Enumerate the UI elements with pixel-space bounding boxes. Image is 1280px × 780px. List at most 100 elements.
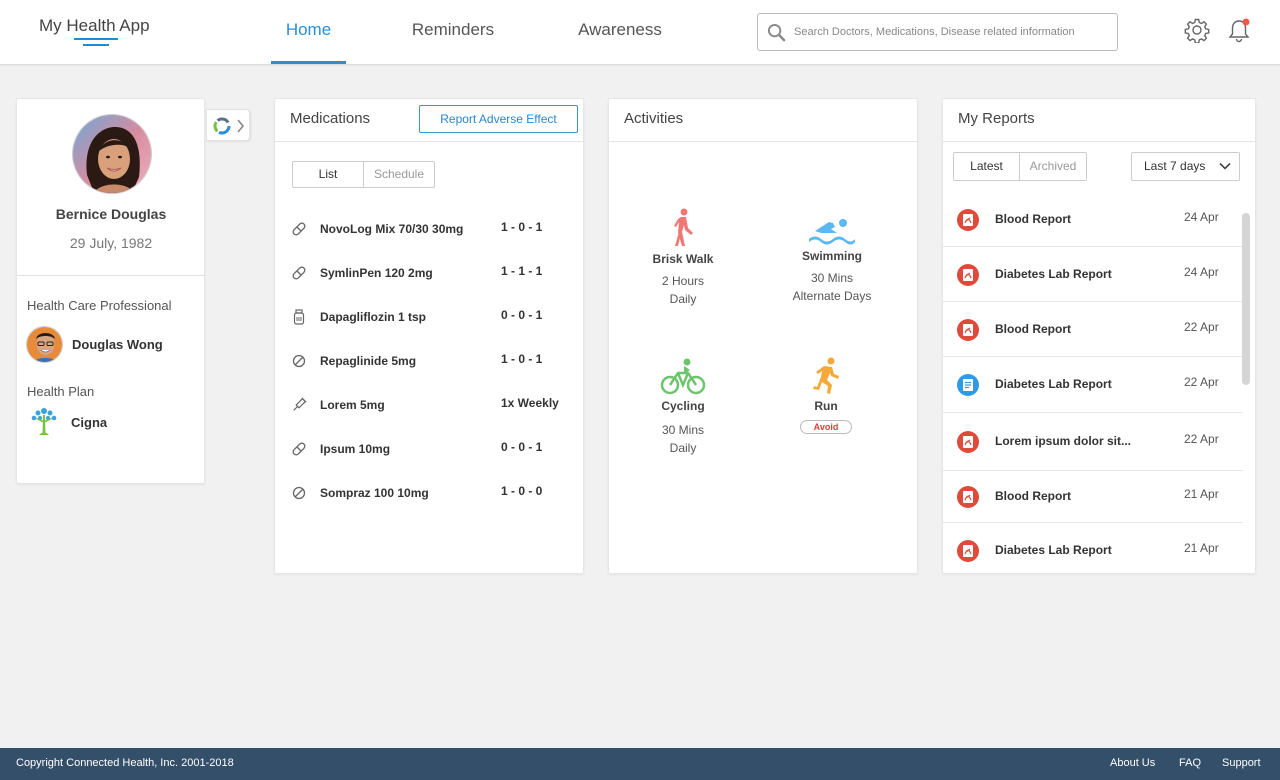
medication-row[interactable]: Repaglinide 5mg 1 - 0 - 1 <box>291 351 571 371</box>
activity-brisk-walk[interactable]: Brisk Walk 2 Hours Daily <box>613 208 753 308</box>
sidebar-toggle-button[interactable] <box>206 109 250 141</box>
profile-card: Bernice Douglas 29 July, 1982 Health Car… <box>16 98 205 484</box>
pdf-icon <box>957 486 979 508</box>
tab-awareness[interactable]: Awareness <box>570 0 670 64</box>
report-list-scrollbar[interactable] <box>1242 213 1250 385</box>
medication-row[interactable]: Ipsum 10mg 0 - 0 - 1 <box>291 439 571 459</box>
report-row[interactable]: Lorem ipsum dolor sit... 22 Apr <box>943 413 1243 471</box>
activity-name: Swimming <box>801 249 862 263</box>
medication-dose: 1 - 0 - 0 <box>501 484 543 498</box>
activity-name: Cycling <box>661 399 705 413</box>
footer-link-faq[interactable]: FAQ <box>1179 757 1201 769</box>
activity-frequency: Daily <box>669 441 697 455</box>
medication-dose: 1 - 1 - 1 <box>501 264 543 278</box>
medication-row[interactable]: Sompraz 100 10mg 1 - 0 - 0 <box>291 483 571 503</box>
walking-icon <box>674 208 693 246</box>
report-date: 21 Apr <box>1184 541 1219 555</box>
activity-name: Run <box>814 399 838 413</box>
capsule-icon <box>291 441 307 457</box>
medications-title: Medications <box>290 110 371 127</box>
medication-row[interactable]: Dapagliflozin 1 tsp 0 - 0 - 1 <box>291 307 571 327</box>
report-row[interactable]: Blood Report 24 Apr <box>943 192 1243 247</box>
medication-dose: 0 - 0 - 1 <box>501 308 543 322</box>
search-box <box>757 13 1118 51</box>
medication-dose: 1 - 0 - 1 <box>501 352 543 366</box>
chevron-down-icon <box>1219 162 1231 170</box>
report-row[interactable]: Diabetes Lab Report 22 Apr <box>943 357 1243 413</box>
report-date: 22 Apr <box>1184 375 1219 389</box>
view-list-button[interactable]: List <box>292 161 364 188</box>
activity-duration: 30 Mins <box>810 271 854 285</box>
patient-name: Bernice Douglas <box>55 206 167 222</box>
medication-dose: 0 - 0 - 1 <box>501 440 543 454</box>
swimming-icon <box>809 219 855 245</box>
activity-frequency: Alternate Days <box>792 289 872 303</box>
logo-underline <box>74 38 118 47</box>
tablet-icon <box>291 485 307 501</box>
activity-duration: 30 Mins <box>661 423 705 437</box>
patient-dob: 29 July, 1982 <box>69 235 153 251</box>
activity-name: Brisk Walk <box>652 252 714 266</box>
medication-row[interactable]: NovoLog Mix 70/30 30mg 1 - 0 - 1 <box>291 219 571 239</box>
activity-run[interactable]: Run Avoid <box>756 357 896 435</box>
tablet-icon <box>291 353 307 369</box>
report-row[interactable]: Diabetes Lab Report 24 Apr <box>943 247 1243 302</box>
medication-row[interactable]: Lorem 5mg 1x Weekly <box>291 395 571 415</box>
running-icon <box>813 357 839 394</box>
syrup-bottle-icon <box>291 309 307 325</box>
activities-card: Activities Brisk Walk 2 Hours Daily Swimm… <box>608 98 918 574</box>
medication-dose: 1x Weekly <box>501 396 559 410</box>
chevron-right-icon <box>237 119 245 133</box>
gear-icon[interactable] <box>1184 17 1210 44</box>
plan-name[interactable]: Cigna <box>71 415 107 430</box>
search-input[interactable] <box>794 22 1112 42</box>
tab-home[interactable]: Home <box>271 0 346 64</box>
bell-icon[interactable] <box>1226 17 1252 43</box>
hcp-label: Health Care Professional <box>27 298 172 313</box>
tab-reminders[interactable]: Reminders <box>404 0 502 64</box>
report-name: Diabetes Lab Report <box>995 543 1112 557</box>
pdf-icon <box>957 264 979 286</box>
activity-swimming[interactable]: Swimming 30 Mins Alternate Days <box>762 217 902 305</box>
date-range-select[interactable]: Last 7 days <box>1131 152 1240 181</box>
hcp-name[interactable]: Douglas Wong <box>72 337 163 352</box>
doctor-avatar[interactable] <box>26 326 63 363</box>
tab-archived[interactable]: Archived <box>1019 152 1087 181</box>
medication-name: Repaglinide 5mg <box>320 354 417 368</box>
medication-name: Dapagliflozin 1 tsp <box>320 310 427 324</box>
report-name: Diabetes Lab Report <box>995 267 1112 281</box>
medication-name: Lorem 5mg <box>320 398 385 412</box>
document-icon <box>957 374 979 396</box>
activity-duration: 2 Hours <box>661 274 705 288</box>
footer-link-about[interactable]: About Us <box>1110 757 1155 769</box>
search-icon <box>767 23 786 42</box>
report-row[interactable]: Diabetes Lab Report 21 Apr <box>943 523 1243 574</box>
tab-latest[interactable]: Latest <box>953 152 1020 181</box>
medication-dose: 1 - 0 - 1 <box>501 220 543 234</box>
footer: Copyright Connected Health, Inc. 2001-20… <box>0 748 1280 780</box>
report-row[interactable]: Blood Report 21 Apr <box>943 471 1243 523</box>
report-row[interactable]: Blood Report 22 Apr <box>943 302 1243 357</box>
activity-cycling[interactable]: Cycling 30 Mins Daily <box>613 357 753 457</box>
pdf-icon <box>957 540 979 562</box>
avatar[interactable] <box>72 114 152 194</box>
cycling-icon <box>660 358 706 395</box>
report-adverse-effect-button[interactable]: Report Adverse Effect <box>419 105 578 133</box>
report-name: Blood Report <box>995 322 1071 336</box>
report-name: Blood Report <box>995 212 1071 226</box>
medication-row[interactable]: SymlinPen 120 2mg 1 - 1 - 1 <box>291 263 571 283</box>
capsule-icon <box>291 221 307 237</box>
top-header: My Health App Home Reminders Awareness <box>0 0 1280 65</box>
app-logo[interactable]: My Health App <box>39 16 150 36</box>
report-date: 24 Apr <box>1184 265 1219 279</box>
copyright-text: Copyright Connected Health, Inc. 2001-20… <box>16 757 234 769</box>
avoid-badge: Avoid <box>799 420 853 434</box>
pdf-icon <box>957 209 979 231</box>
report-list: Blood Report 24 Apr Diabetes Lab Report 24 … <box>943 192 1256 574</box>
report-date: 21 Apr <box>1184 487 1219 501</box>
app-swirl-icon <box>213 117 231 135</box>
view-schedule-button[interactable]: Schedule <box>363 161 435 188</box>
footer-link-support[interactable]: Support <box>1222 757 1261 769</box>
reports-card: My Reports Latest Archived Last 7 days B… <box>942 98 1256 574</box>
medication-name: NovoLog Mix 70/30 30mg <box>320 222 464 236</box>
